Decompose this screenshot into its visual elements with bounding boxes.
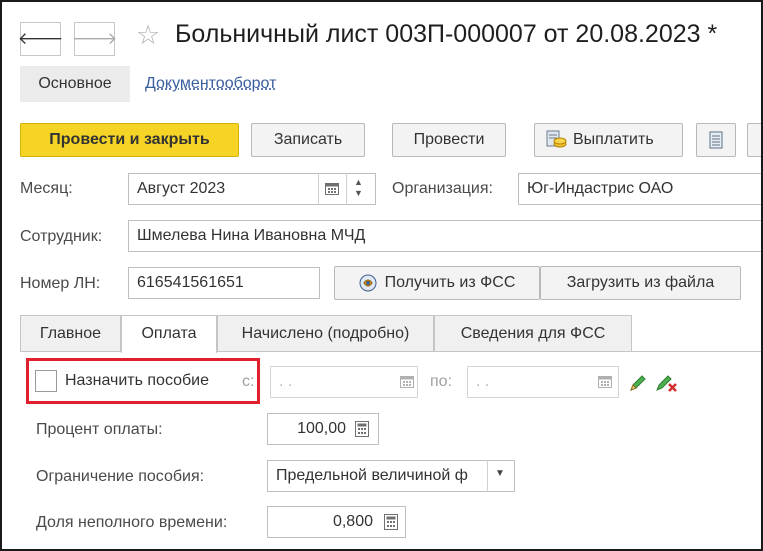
calculator-icon[interactable] — [384, 514, 398, 530]
employee-value: Шмелева Нина Ивановна МЧД — [137, 227, 366, 244]
spin-down-icon[interactable]: ▼ — [354, 188, 363, 199]
calculator-icon[interactable] — [355, 421, 369, 437]
fss-emblem-icon — [359, 274, 377, 292]
organization-label: Организация: — [392, 180, 493, 197]
payment-percent-value: 100,00 — [297, 420, 346, 437]
divider — [318, 173, 319, 205]
back-button[interactable]: 🡐 — [17, 22, 64, 56]
organization-value: Юг-Индастрис ОАО — [527, 180, 674, 197]
ln-number-field[interactable]: 616541561651 — [128, 267, 320, 299]
pay-button[interactable]: Выплатить — [534, 123, 683, 157]
assign-benefit-label: Назначить пособие — [65, 372, 210, 389]
ln-number-label: Номер ЛН: — [20, 275, 101, 292]
tab-main-section[interactable]: Основное — [20, 66, 130, 102]
report-button[interactable] — [696, 123, 736, 157]
favorite-star-icon[interactable]: ☆ — [136, 20, 160, 51]
benefit-limit-value: Предельной величиной ф — [276, 467, 468, 484]
arrow-left-icon: 🡐 — [17, 29, 64, 48]
save-button[interactable]: Записать — [251, 123, 365, 157]
arrow-right-icon: 🡒 — [71, 29, 118, 48]
part-time-share-label: Доля неполного времени: — [36, 514, 228, 531]
post-and-close-button[interactable]: Провести и закрыть — [20, 123, 239, 157]
tab-accrued-detailed[interactable]: Начислено (подробно) — [217, 315, 434, 351]
month-value: Август 2023 — [137, 180, 226, 197]
part-time-share-value: 0,800 — [332, 513, 373, 530]
spin-control[interactable]: ▲ ▼ — [354, 177, 363, 199]
tab-payment[interactable]: Оплата — [121, 315, 217, 353]
page-title: Больничный лист 003П-000007 от 20.08.202… — [175, 20, 718, 48]
employee-field[interactable]: Шмелева Нина Ивановна МЧД — [128, 220, 761, 252]
to-date-value: . . — [476, 373, 490, 390]
calendar-icon[interactable] — [598, 375, 612, 388]
clear-edit-icon[interactable] — [655, 373, 679, 393]
get-from-fss-label: Получить из ФСС — [384, 274, 516, 291]
tab-general[interactable]: Главное — [20, 315, 121, 351]
dropdown-arrow-icon[interactable]: ▼ — [495, 468, 505, 479]
pay-button-label: Выплатить — [573, 131, 654, 148]
load-from-file-button[interactable]: Загрузить из файла — [540, 266, 741, 300]
pencil-icon[interactable] — [628, 373, 648, 393]
divider — [346, 173, 347, 205]
from-date-field[interactable]: . . — [270, 366, 418, 398]
from-date-value: . . — [279, 373, 293, 390]
divider — [487, 460, 488, 492]
forward-button[interactable]: 🡒 — [71, 22, 118, 56]
to-label: по: — [430, 373, 453, 390]
employee-label: Сотрудник: — [20, 228, 103, 245]
spin-up-icon[interactable]: ▲ — [354, 177, 363, 188]
calendar-icon[interactable] — [325, 182, 339, 195]
document-list-icon — [709, 131, 723, 149]
coins-icon — [546, 130, 567, 148]
tab-fss-info[interactable]: Сведения для ФСС — [434, 315, 632, 351]
tab-document-flow[interactable]: Документооборот — [145, 66, 276, 102]
ln-number-value: 616541561651 — [137, 274, 244, 291]
month-label: Месяц: — [20, 180, 73, 197]
from-label: с: — [242, 373, 255, 390]
get-from-fss-button[interactable]: Получить из ФСС — [334, 266, 540, 300]
more-button[interactable] — [747, 123, 761, 157]
window: 🡐 🡒 ☆ Больничный лист 003П-000007 от 20.… — [0, 0, 763, 551]
benefit-limit-label: Ограничение пособия: — [36, 468, 205, 485]
to-date-field[interactable]: . . — [467, 366, 619, 398]
post-button[interactable]: Провести — [392, 123, 506, 157]
organization-field[interactable]: Юг-Индастрис ОАО — [518, 173, 761, 205]
calendar-icon[interactable] — [400, 375, 414, 388]
assign-benefit-checkbox[interactable] — [35, 370, 57, 392]
payment-percent-label: Процент оплаты: — [36, 421, 163, 438]
benefit-limit-select[interactable]: Предельной величиной ф — [267, 460, 515, 492]
